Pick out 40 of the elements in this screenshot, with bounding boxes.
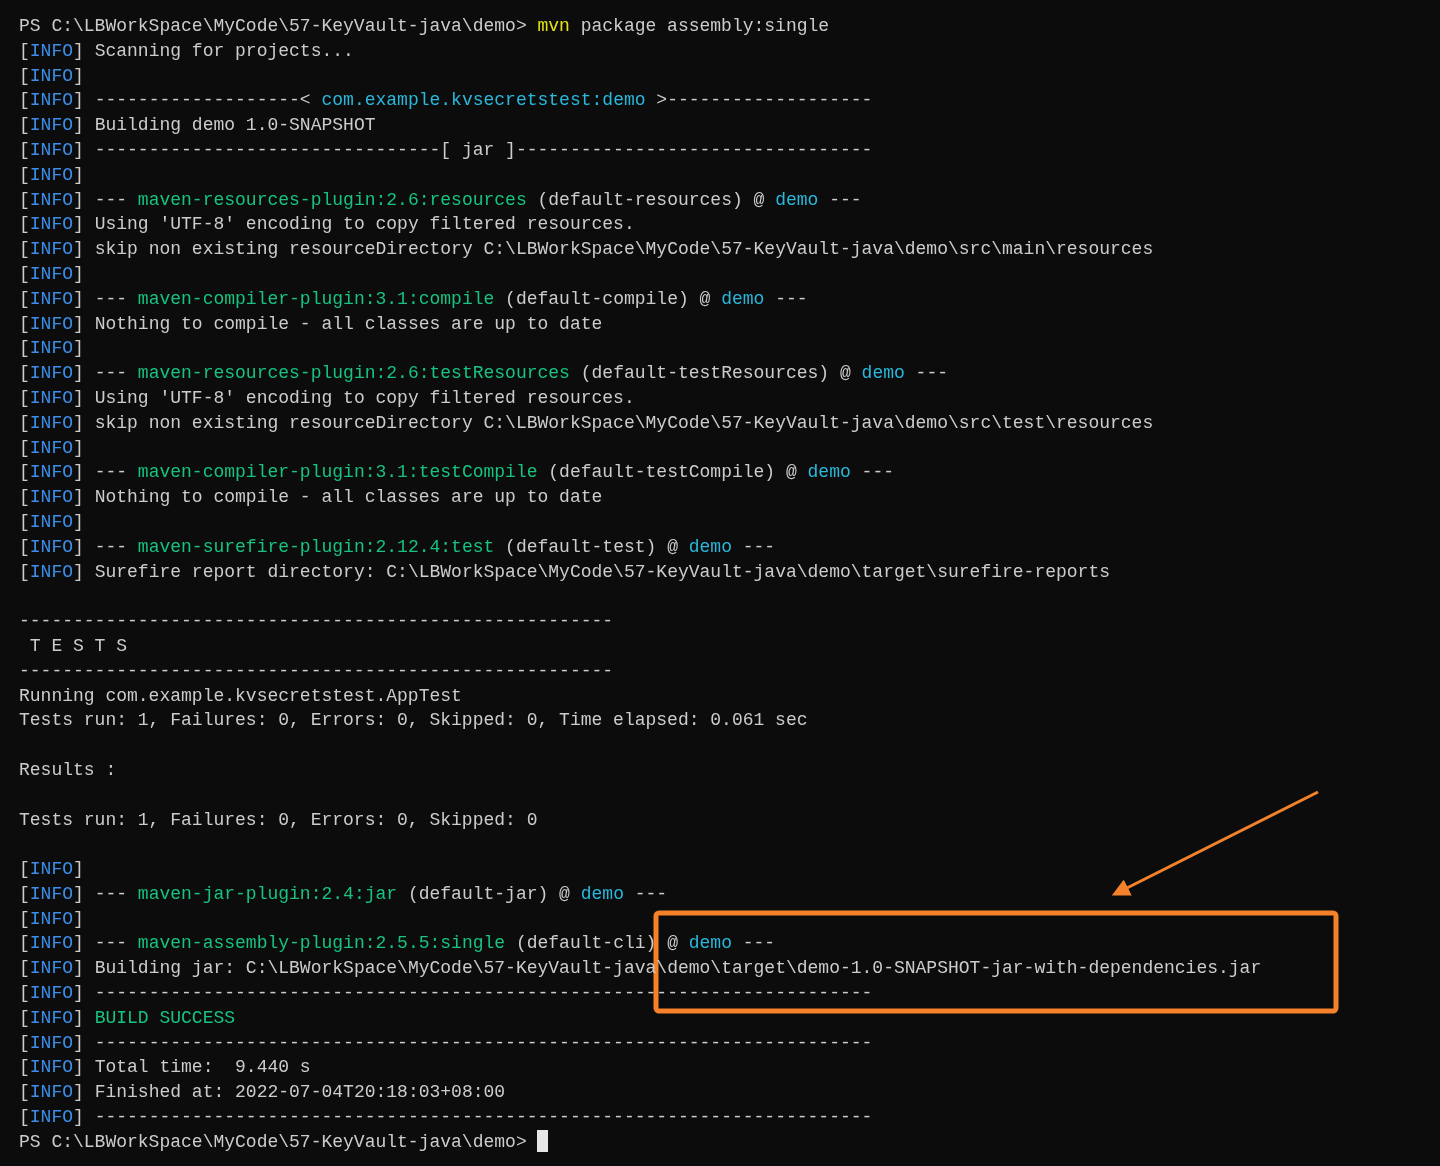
terminal-line: [INFO] --- maven-compiler-plugin:3.1:testCompile (default-testCompile) @ demo --- bbox=[19, 461, 894, 485]
terminal-line: PS C:\LBWorkSpace\MyCode\57-KeyVault-java\demo> bbox=[19, 1129, 549, 1155]
terminal-line: ------------------------------------------------------- bbox=[19, 610, 614, 634]
terminal-line: [INFO] ------------------------------------------------------------------------ bbox=[19, 982, 873, 1006]
terminal-line: [INFO] Building demo 1.0-SNAPSHOT bbox=[19, 114, 376, 138]
terminal-line: [INFO] bbox=[19, 436, 84, 460]
terminal-line: [INFO] ------------------------------------------------------------------------ bbox=[19, 1031, 873, 1055]
terminal-line: [INFO] BUILD SUCCESS bbox=[19, 1006, 236, 1030]
terminal-line: [INFO] Using 'UTF-8' encoding to copy filtered resources. bbox=[19, 213, 635, 237]
terminal-line: [INFO] --------------------------------[ jar ]--------------------------------- bbox=[19, 139, 873, 162]
terminal-line: [INFO] bbox=[19, 510, 84, 534]
terminal-line: [INFO] Total time: 9.440 s bbox=[19, 1056, 311, 1080]
terminal-line: T E S T S bbox=[28, 634, 128, 658]
terminal-line: [INFO] --- maven-surefire-plugin:2.12.4:test (default-test) @ demo --- bbox=[19, 535, 776, 559]
terminal-line: [INFO] bbox=[19, 163, 84, 187]
terminal-line: [INFO] bbox=[19, 262, 84, 286]
terminal-line: [INFO] Surefire report directory: C:\LBWorkSpace\MyCode\57-KeyVault-java\demo\target\surefire-reports bbox=[19, 560, 1110, 584]
terminal-line: ------------------------------------------------------- bbox=[19, 659, 614, 683]
terminal-line: [INFO] --- maven-resources-plugin:2.6:resources (default-resources) @ demo --- bbox=[19, 188, 862, 212]
terminal-line: [INFO] -------------------< com.example.kvsecretstest:demo >------------------- bbox=[19, 89, 873, 113]
terminal-line: Results : bbox=[19, 758, 117, 782]
terminal-line: [INFO] Finished at: 2022-07-04T20:18:03+08:00 bbox=[19, 1081, 506, 1105]
terminal-line: Running com.example.kvsecretstest.AppTest bbox=[19, 684, 462, 708]
terminal-line: [INFO] skip non existing resourceDirectory C:\LBWorkSpace\MyCode\57-KeyVault-java\demo\src\test\resources bbox=[19, 411, 1154, 435]
terminal-line: PS C:\LBWorkSpace\MyCode\57-KeyVault-java\demo> mvn package assembly:single bbox=[19, 15, 830, 38]
terminal-line: [INFO] skip non existing resourceDirectory C:\LBWorkSpace\MyCode\57-KeyVault-java\demo\src\main\resources bbox=[19, 238, 1154, 262]
terminal-line: [INFO] bbox=[19, 64, 84, 88]
terminal-line: [INFO] bbox=[19, 337, 84, 361]
terminal-line: [INFO] Scanning for projects... bbox=[19, 39, 354, 63]
terminal-line: [INFO] --- maven-resources-plugin:2.6:testResources (default-testResources) @ demo --- bbox=[19, 362, 948, 386]
terminal-line: [INFO] Nothing to compile - all classes are up to date bbox=[19, 486, 603, 510]
terminal-line: Tests run: 1, Failures: 0, Errors: 0, Skipped: 0 bbox=[19, 808, 538, 832]
terminal-line: [INFO] --- maven-jar-plugin:2.4:jar (default-jar) @ demo --- bbox=[19, 882, 668, 906]
terminal-line: [INFO] Nothing to compile - all classes are up to date bbox=[19, 312, 603, 336]
terminal-line: [INFO] bbox=[19, 858, 84, 882]
terminal-line: [INFO] --- maven-compiler-plugin:3.1:compile (default-compile) @ demo --- bbox=[19, 287, 808, 311]
terminal-line: Tests run: 1, Failures: 0, Errors: 0, Skipped: 0, Time elapsed: 0.061 sec bbox=[19, 709, 808, 733]
terminal-line: [INFO] Using 'UTF-8' encoding to copy filtered resources. bbox=[19, 386, 635, 410]
terminal-line: [INFO] bbox=[19, 907, 84, 931]
terminal-line: [INFO] ------------------------------------------------------------------------ bbox=[19, 1106, 873, 1130]
